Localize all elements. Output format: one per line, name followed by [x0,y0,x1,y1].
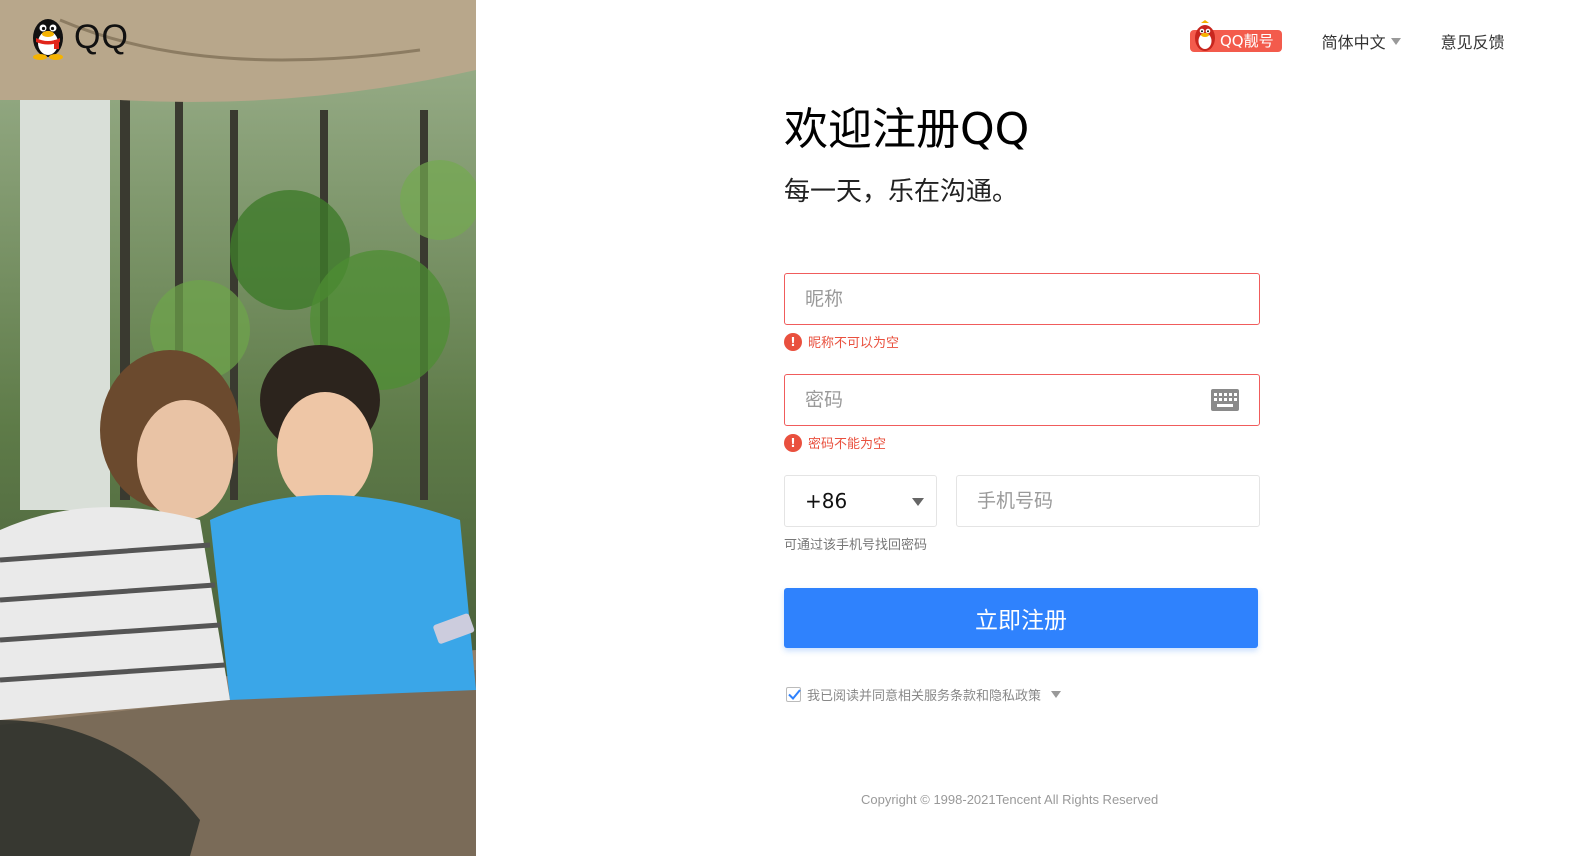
country-code-value: +86 [805,489,848,513]
password-input[interactable] [785,375,1259,425]
keyboard-icon[interactable] [1211,389,1239,415]
nickname-field[interactable] [784,273,1260,325]
register-button[interactable]: 立即注册 [784,588,1258,648]
page-title: 欢迎注册QQ [784,104,1030,155]
checkmark-icon [788,689,801,700]
qq-logo[interactable]: QQ [28,14,129,60]
feedback-link[interactable]: 意见反馈 [1441,29,1505,53]
top-nav: QQ靓号 简体中文 意见反馈 [1190,20,1505,54]
qq-penguin-icon [28,14,68,60]
password-error-text: 密码不能为空 [808,437,887,452]
password-error: ! 密码不能为空 [784,433,886,452]
language-label: 简体中文 [1321,33,1386,52]
chevron-down-icon [912,498,924,506]
phone-input[interactable] [957,476,1259,526]
nickname-error-text: 昵称不可以为空 [808,336,900,351]
error-icon: ! [784,332,802,351]
qq-pretty-number-link[interactable]: QQ靓号 [1190,20,1282,54]
nickname-error: ! 昵称不可以为空 [784,332,899,351]
language-selector[interactable]: 简体中文 [1322,29,1401,53]
agreement-checkbox[interactable] [786,687,801,702]
agreement-row: 我已阅读并同意相关服务条款和隐私政策 [786,685,1062,704]
qq-penguin-icon [1192,20,1218,58]
phone-field[interactable] [956,475,1260,527]
password-field[interactable] [784,374,1260,426]
page-subtitle: 每一天，乐在沟通。 [784,177,1019,207]
error-icon: ! [784,433,802,452]
country-code-select[interactable]: +86 [784,475,937,527]
register-form: 欢迎注册QQ 每一天，乐在沟通。 ! 昵称不可以为空 [784,100,1260,704]
chevron-down-icon[interactable] [1051,691,1062,698]
nickname-input[interactable] [785,274,1259,324]
phone-hint: 可通过该手机号找回密码 [784,538,928,553]
hero-photo: QQ [0,0,476,856]
agreement-text[interactable]: 我已阅读并同意相关服务条款和隐私政策 [807,685,1041,704]
chevron-down-icon [1390,37,1401,45]
copyright: Copyright © 1998-2021Tencent All Rights … [861,792,1159,807]
logo-text: QQ [74,17,129,56]
